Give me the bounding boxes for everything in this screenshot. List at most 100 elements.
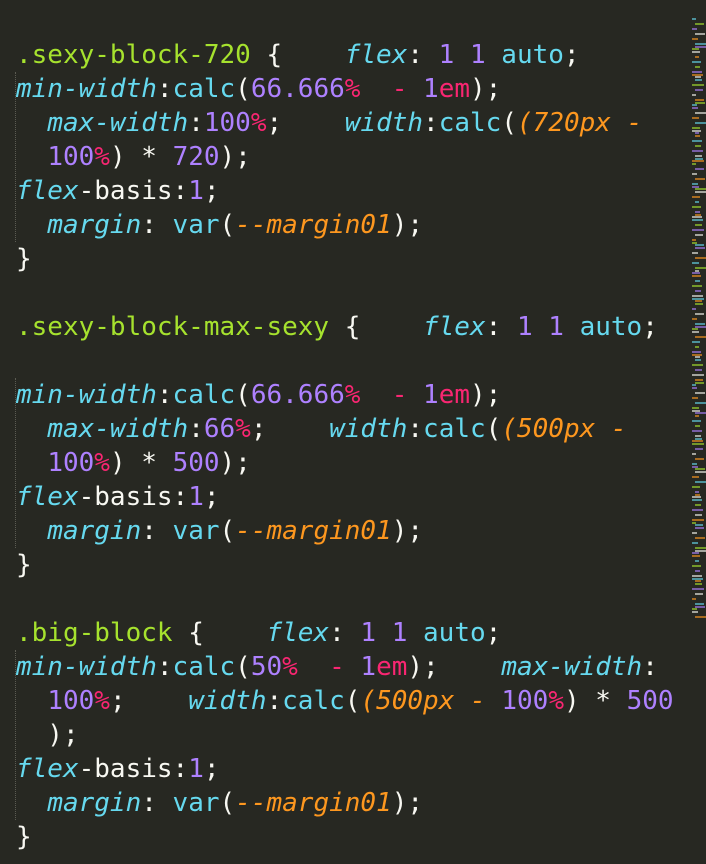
code-token: ) <box>109 448 126 478</box>
code-token: ); <box>391 210 424 240</box>
minimap-line <box>695 158 703 160</box>
minimap-line <box>695 491 699 493</box>
code-editor[interactable]: .sexy-block-720 { flex: 1 1 auto; min-wid… <box>0 0 690 864</box>
code-line[interactable]: .sexy-block-max-sexy { flex: 1 1 auto; <box>16 310 658 344</box>
code-token: flex <box>423 312 486 342</box>
code-line[interactable]: } <box>16 548 32 582</box>
code-line[interactable]: flex-basis:1; <box>16 480 220 514</box>
code-token: : <box>485 312 517 342</box>
code-token: : <box>141 788 173 818</box>
code-line[interactable]: flex-basis:1; <box>16 752 220 786</box>
minimap-line <box>692 51 700 53</box>
minimap-line <box>695 458 704 460</box>
code-token: : <box>188 108 204 138</box>
code-token: : <box>156 380 173 410</box>
code-token: % <box>94 142 110 172</box>
minimap-line <box>695 280 700 282</box>
code-token: : <box>407 40 439 70</box>
minimap-line <box>692 466 698 468</box>
code-line[interactable]: 100%) * 720); <box>16 140 251 174</box>
code-line[interactable]: min-width:calc(66.666% - 1em); <box>16 72 501 106</box>
minimap-line <box>692 38 698 40</box>
code-line[interactable]: margin: var(--margin01); <box>16 514 423 548</box>
minimap-line <box>695 359 701 361</box>
code-token: : <box>407 414 424 444</box>
code-token: 66.666 <box>250 380 345 410</box>
code-token: } <box>16 822 32 852</box>
minimap-line <box>692 341 700 343</box>
minimap-line <box>695 481 706 483</box>
minimap-line <box>695 122 706 124</box>
code-line[interactable]: max-width:66%; width:calc((500px - <box>16 412 626 446</box>
code-line[interactable]: } <box>16 820 32 854</box>
minimap-line <box>692 130 701 132</box>
minimap-line <box>695 43 706 45</box>
minimap-line <box>695 224 702 226</box>
minimap-line <box>695 382 704 384</box>
code-token: ); <box>407 652 502 682</box>
code-token: - <box>626 108 643 138</box>
code-token: 1 <box>360 652 377 682</box>
code-token: : <box>266 686 283 716</box>
code-token: ); <box>391 788 424 818</box>
minimap-line <box>692 186 699 188</box>
minimap-line <box>692 252 698 254</box>
minimap-line <box>695 524 703 526</box>
code-line[interactable]: 100%; width:calc((500px - 100%) * 500 <box>16 684 673 718</box>
code-token: { <box>329 312 423 342</box>
code-token: 1 <box>360 618 377 648</box>
code-token: ( <box>219 788 236 818</box>
minimap-line <box>692 48 699 50</box>
minimap-line <box>695 303 703 305</box>
minimap-line <box>692 140 702 142</box>
minimap-line <box>692 127 700 129</box>
minimap-line <box>692 420 701 422</box>
minimap-line <box>695 99 704 101</box>
code-line[interactable]: 100%) * 500); <box>16 446 251 480</box>
minimap[interactable] <box>690 0 706 864</box>
code-line[interactable]: .big-block { flex: 1 1 auto; <box>16 616 501 650</box>
code-token: 1 <box>548 312 564 342</box>
minimap-line <box>692 499 702 501</box>
code-line[interactable]: margin: var(--margin01); <box>16 208 423 242</box>
code-token: : <box>141 210 173 240</box>
code-line[interactable]: min-width:calc(50% - 1em); max-width: <box>16 650 658 684</box>
code-token: } <box>16 550 32 580</box>
minimap-line <box>692 160 704 162</box>
code-token: * <box>125 448 173 478</box>
code-token: ); <box>219 142 251 172</box>
code-line[interactable]: } <box>16 242 32 276</box>
minimap-line <box>692 519 704 521</box>
minimap-line <box>692 430 702 432</box>
code-line[interactable]: max-width:100%; width:calc((720px - <box>16 106 642 140</box>
minimap-line <box>692 239 696 241</box>
minimap-line <box>695 46 706 48</box>
code-token: % <box>344 380 361 410</box>
code-token: ; <box>642 312 658 342</box>
code-line[interactable]: margin: var(--margin01); <box>16 786 423 820</box>
code-line[interactable]: .sexy-block-720 { flex: 1 1 auto; <box>16 38 580 72</box>
minimap-line <box>692 18 696 20</box>
code-line[interactable]: flex-basis:1; <box>16 174 220 208</box>
code-line[interactable]: min-width:calc(66.666% - 1em); <box>16 378 501 412</box>
code-token: 720px <box>532 108 611 138</box>
minimap-line <box>695 379 703 381</box>
code-token: % <box>282 652 298 682</box>
code-line[interactable]: ); <box>16 718 78 752</box>
code-token: ; <box>203 754 220 784</box>
minimap-line <box>692 74 703 76</box>
minimap-line <box>695 550 706 552</box>
code-token: var <box>172 210 220 240</box>
code-token: 1 <box>188 482 204 512</box>
minimap-line <box>692 295 703 297</box>
code-token: 500px <box>376 686 455 716</box>
code-token: --margin01 <box>235 788 392 818</box>
code-token: auto <box>579 312 643 342</box>
code-token: 1 <box>188 176 204 206</box>
code-token: flex <box>266 618 330 648</box>
